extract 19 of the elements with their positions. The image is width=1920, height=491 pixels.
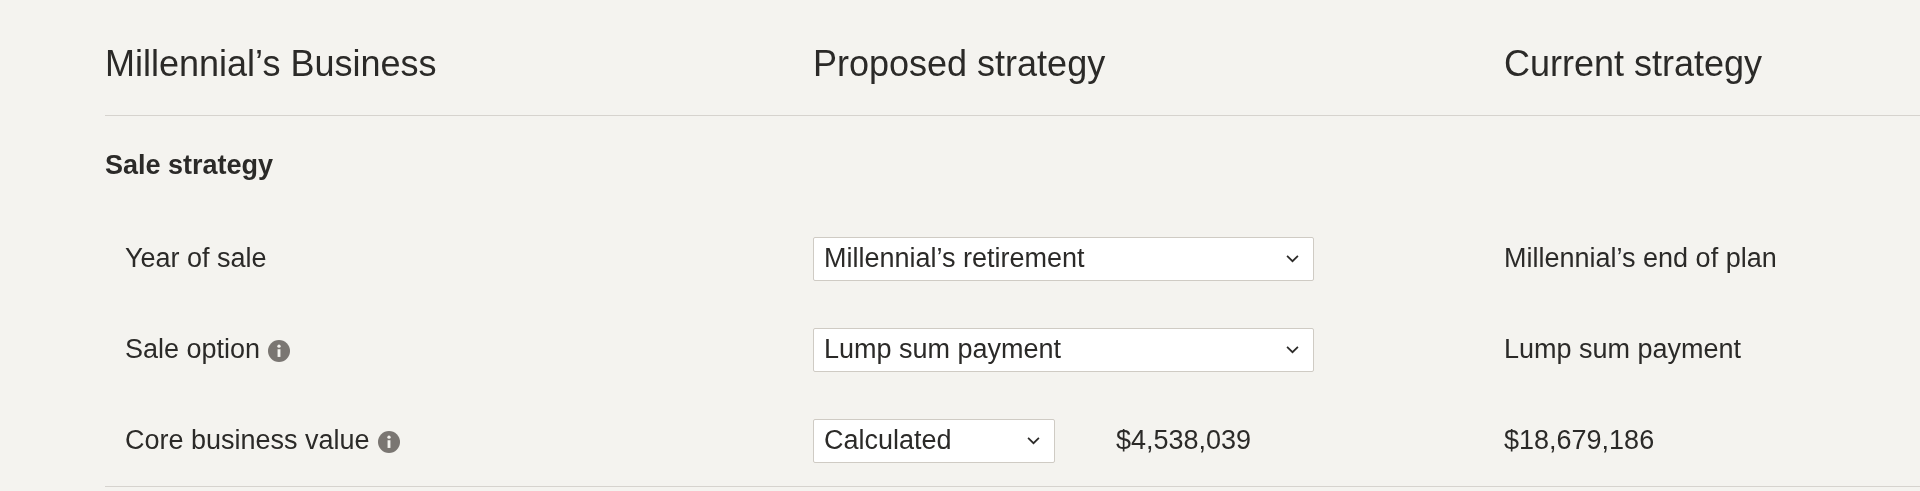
row-label: Core business value [125, 425, 370, 456]
column-header: Current strategy [1504, 42, 1764, 85]
row-label: Sale option [125, 334, 261, 365]
current-value: $18,679,186 [1504, 425, 1655, 455]
dropdown[interactable]: Millennial’s retirement [813, 236, 1314, 281]
current-value: Millennial’s end of plan [1504, 243, 1777, 273]
caret-icon [1286, 345, 1299, 354]
amount-value: $4,538,039 [1116, 425, 1252, 456]
row-label: Year of sale [125, 243, 267, 274]
caret-icon [1027, 436, 1040, 445]
column-header: Millennial’s Business [105, 42, 438, 85]
dropdown[interactable]: Lump sum payment [813, 327, 1314, 372]
info-icon[interactable] [268, 340, 291, 362]
dropdown[interactable]: Calculated [813, 418, 1055, 463]
section-title: Sale strategy [105, 150, 275, 181]
column-header: Proposed strategy [813, 42, 1107, 85]
current-value: Lump sum payment [1504, 334, 1742, 364]
info-icon[interactable] [377, 431, 400, 453]
caret-icon [1286, 254, 1299, 263]
